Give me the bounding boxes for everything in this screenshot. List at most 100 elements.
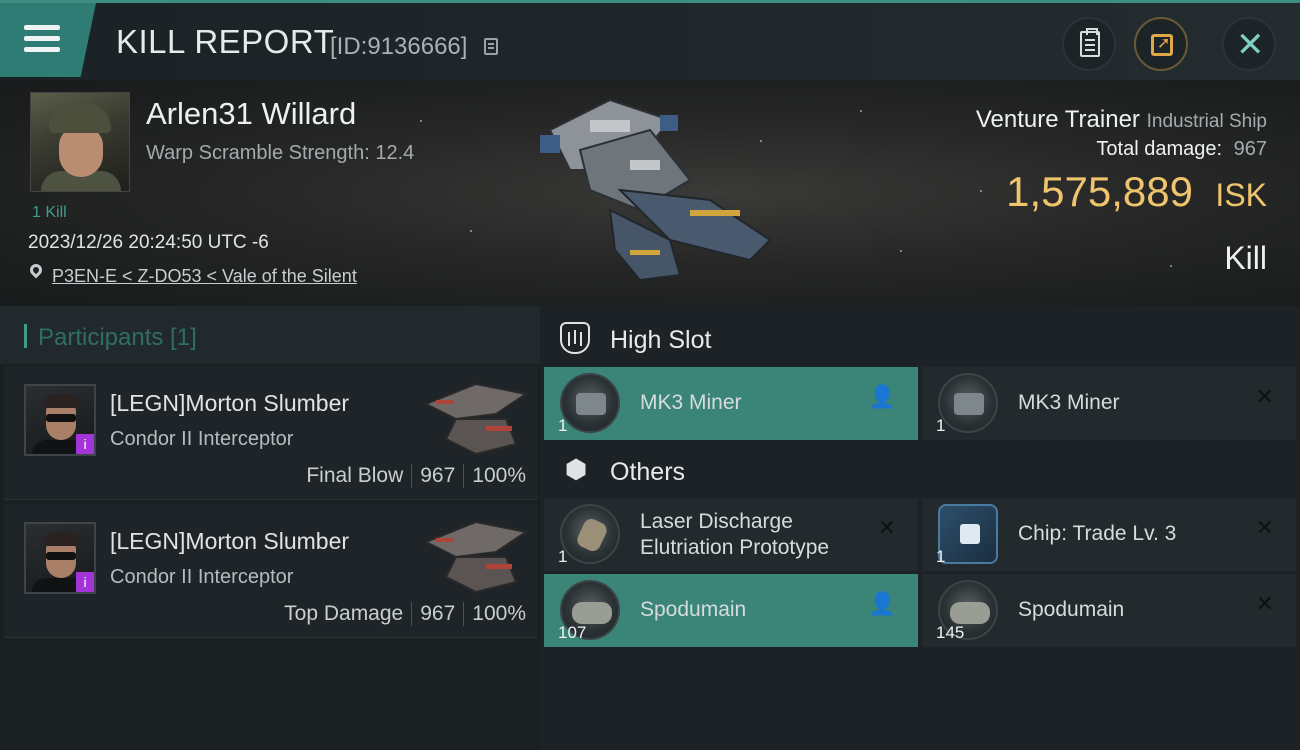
cargo-item[interactable]: 145 Spodumain ✕ bbox=[922, 574, 1296, 647]
clipboard-icon bbox=[1080, 28, 1100, 57]
participant-avatar[interactable]: i bbox=[24, 522, 96, 594]
header-accent bbox=[24, 324, 27, 348]
item-name: Spodumain bbox=[640, 598, 747, 621]
star bbox=[860, 110, 862, 112]
pilot-icon: 👤 bbox=[868, 592, 896, 617]
item-name: MK3 Miner bbox=[640, 391, 742, 414]
info-badge: i bbox=[76, 572, 94, 592]
cargo-item[interactable]: 1 Chip: Trade Lv. 3 ✕ bbox=[922, 498, 1296, 571]
item-quantity: 1 bbox=[936, 416, 946, 435]
cube-icon: ⬢ bbox=[564, 455, 588, 485]
page-title: KILL REPORT bbox=[116, 23, 335, 60]
report-result: Kill bbox=[1224, 240, 1267, 276]
warp-scramble-strength: Warp Scramble Strength: 12.4 bbox=[146, 142, 415, 164]
star bbox=[420, 120, 422, 122]
divider bbox=[463, 602, 465, 627]
victim-avatar[interactable] bbox=[30, 92, 130, 192]
item-name: Laser Discharge Elutriation Prototype bbox=[640, 510, 830, 559]
victim-name[interactable]: Arlen31 Willard bbox=[146, 96, 356, 132]
item-quantity: 1 bbox=[558, 416, 568, 435]
kill-summary: Arlen31 Willard Warp Scramble Strength: … bbox=[0, 80, 1300, 306]
participant-ship-render bbox=[423, 520, 529, 594]
high-slot-icon bbox=[560, 322, 590, 354]
item-quantity: 145 bbox=[936, 623, 965, 642]
participant-name: [LEGN]Morton Slumber bbox=[110, 528, 350, 554]
ship-hull bbox=[540, 98, 772, 282]
participant-row[interactable]: i [LEGN]Morton Slumber Condor II Interce… bbox=[4, 504, 538, 638]
module-item[interactable]: 1 MK3 Miner ✕ bbox=[922, 367, 1296, 440]
cargo-item[interactable]: 1 Laser Discharge Elutriation Prototype … bbox=[544, 498, 918, 571]
location-pin-icon bbox=[27, 261, 45, 279]
pilot-icon: 👤 bbox=[868, 385, 896, 410]
avatar-cap bbox=[49, 103, 111, 133]
icon-glyph bbox=[572, 602, 612, 624]
participant-percent: 100% bbox=[472, 602, 526, 625]
participant-percent: 100% bbox=[472, 464, 526, 487]
participant-stats: Top Damage 967 100% bbox=[284, 602, 526, 627]
icon-glyph bbox=[950, 602, 990, 624]
chip-icon bbox=[938, 504, 998, 564]
others-label: Others bbox=[610, 458, 686, 486]
icon-glyph bbox=[574, 516, 610, 554]
participant-ship: Condor II Interceptor bbox=[110, 566, 294, 588]
participants-panel: Participants [1] i [LEGN]Morton Slumber … bbox=[0, 306, 540, 750]
total-damage-label: Total damage: bbox=[1096, 138, 1223, 160]
high-slot-label: High Slot bbox=[610, 326, 712, 354]
copy-icon[interactable] bbox=[484, 38, 498, 55]
participants-title: Participants [1] bbox=[38, 324, 197, 351]
divider bbox=[411, 602, 413, 627]
hamburger-icon-bar bbox=[24, 47, 60, 52]
icon-glyph bbox=[954, 393, 984, 415]
participant-stats: Final Blow 967 100% bbox=[306, 464, 526, 489]
avatar-glasses bbox=[46, 552, 76, 560]
participant-role: Top Damage bbox=[284, 602, 404, 625]
item-name: MK3 Miner bbox=[1018, 391, 1120, 414]
victim-ship-name[interactable]: Venture Trainer Industrial Ship bbox=[976, 106, 1267, 134]
victim-ship-render bbox=[540, 98, 772, 282]
avatar-hair bbox=[44, 394, 78, 408]
menu-button[interactable] bbox=[0, 3, 96, 77]
icon-glyph bbox=[576, 393, 606, 415]
close-icon: ✕ bbox=[1255, 592, 1274, 617]
top-bar: KILL REPORT [ID:9136666] ✕ bbox=[0, 0, 1300, 80]
item-quantity: 107 bbox=[558, 623, 587, 642]
share-icon bbox=[1151, 33, 1173, 56]
isk-unit: ISK bbox=[1215, 177, 1267, 213]
high-slot-header: High Slot bbox=[540, 308, 1300, 368]
share-button[interactable] bbox=[1134, 17, 1188, 71]
location-link[interactable]: P3EN-E < Z-DO53 < Vale of the Silent bbox=[52, 266, 357, 287]
laser-prototype-icon bbox=[560, 504, 620, 564]
total-damage: Total damage: 967 bbox=[1096, 138, 1267, 161]
isk-amount: 1,575,889 bbox=[1006, 168, 1193, 215]
hamburger-icon-bar bbox=[24, 36, 60, 41]
participants-header: Participants [1] bbox=[0, 306, 540, 364]
item-name: Spodumain bbox=[1018, 598, 1125, 621]
close-button[interactable]: ✕ bbox=[1222, 17, 1276, 71]
module-item[interactable]: 1 MK3 Miner 👤 bbox=[544, 367, 918, 440]
kill-datetime: 2023/12/26 20:24:50 UTC -6 bbox=[28, 232, 269, 253]
avatar-glasses bbox=[46, 414, 76, 422]
avatar-hair bbox=[44, 532, 78, 546]
close-icon: ✕ bbox=[1255, 516, 1274, 541]
divider bbox=[411, 464, 413, 489]
close-icon: ✕ bbox=[1255, 385, 1274, 410]
others-header: ⬢ Others bbox=[540, 440, 1300, 500]
participant-role: Final Blow bbox=[306, 464, 404, 487]
participant-ship: Condor II Interceptor bbox=[110, 428, 294, 450]
ship-class: Industrial Ship bbox=[1146, 111, 1267, 132]
total-damage-value: 967 bbox=[1233, 138, 1267, 160]
participant-row[interactable]: i [LEGN]Morton Slumber Condor II Interce… bbox=[4, 366, 538, 500]
participant-ship-render bbox=[423, 382, 529, 456]
isk-value: 1,575,889 ISK bbox=[1006, 168, 1267, 216]
item-name: Chip: Trade Lv. 3 bbox=[1018, 522, 1177, 545]
icon-glyph bbox=[960, 524, 980, 544]
avatar-face bbox=[59, 127, 103, 177]
report-id: [ID:9136666] bbox=[330, 33, 468, 60]
divider bbox=[463, 464, 465, 489]
clipboard-button[interactable] bbox=[1062, 17, 1116, 71]
cargo-item[interactable]: 107 Spodumain 👤 bbox=[544, 574, 918, 647]
participant-name: [LEGN]Morton Slumber bbox=[110, 390, 350, 416]
item-quantity: 1 bbox=[936, 547, 946, 566]
participant-avatar[interactable]: i bbox=[24, 384, 96, 456]
hamburger-icon bbox=[24, 25, 60, 30]
